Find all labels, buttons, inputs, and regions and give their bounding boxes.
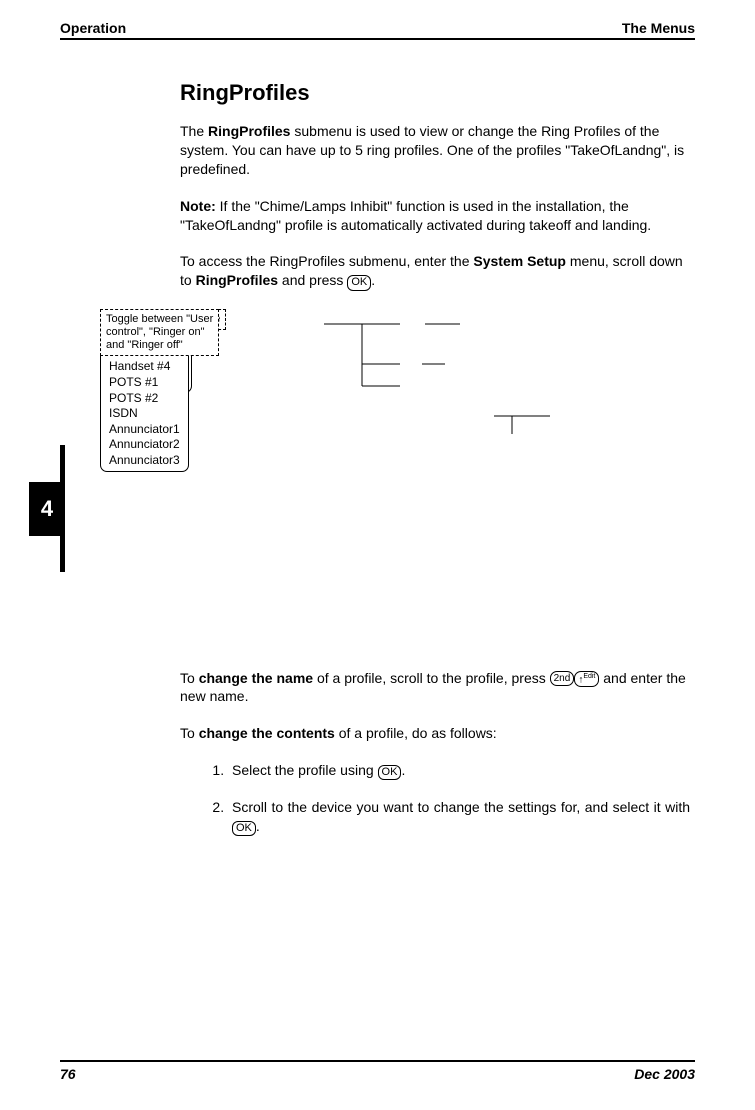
access-paragraph: To access the RingProfiles submenu, ente… <box>180 252 690 290</box>
intro-paragraph: The RingProfiles submenu is used to view… <box>180 122 690 179</box>
intro-bold: RingProfiles <box>208 123 290 139</box>
footer-date: Dec 2003 <box>634 1066 695 1082</box>
menu-diagram: RingProfiles OK 1 <empty> 2 <empty> 3 <e… <box>100 309 690 649</box>
second-key-icon: 2nd <box>550 671 575 686</box>
page-header: Operation The Menus <box>60 20 695 40</box>
header-right: The Menus <box>622 20 695 36</box>
change-contents-paragraph: To change the contents of a profile, do … <box>180 724 690 743</box>
step-1: Select the profile using OK. <box>228 761 690 780</box>
ok-key-icon: OK <box>232 821 256 836</box>
change-name-paragraph: To change the name of a profile, scroll … <box>180 669 690 707</box>
diagram-toggle-box: Toggle between "User control", "Ringer o… <box>100 309 219 357</box>
side-accent-bar <box>60 445 65 572</box>
up-edit-key-icon: ↑Edit <box>574 671 599 687</box>
ok-key-icon: OK <box>378 765 402 780</box>
note-label: Note: <box>180 198 216 214</box>
header-left: Operation <box>60 20 126 36</box>
step-2: Scroll to the device you want to change … <box>228 798 690 836</box>
steps-list: Select the profile using OK. Scroll to t… <box>180 761 690 836</box>
note-paragraph: Note: If the "Chime/Lamps Inhibit" funct… <box>180 197 690 235</box>
page-number: 76 <box>60 1066 76 1082</box>
section-title: RingProfiles <box>180 80 690 106</box>
ok-key-icon: OK <box>347 275 371 290</box>
page-footer: 76 Dec 2003 <box>60 1060 695 1082</box>
